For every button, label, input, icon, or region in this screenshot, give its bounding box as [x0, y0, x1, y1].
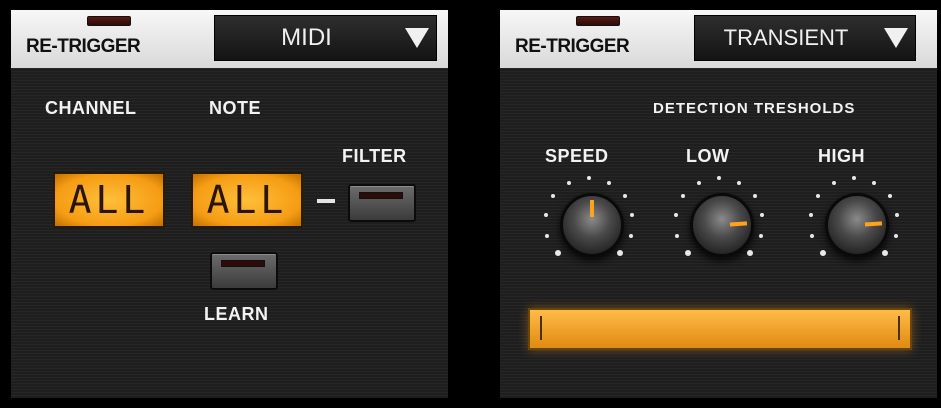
panel-header: RE-TRIGGER TRANSIENT: [500, 10, 937, 69]
note-display[interactable]: ALL: [191, 172, 303, 228]
knob-tick: [871, 180, 876, 185]
knob-tick: [895, 213, 900, 218]
knob-tick: [567, 180, 572, 185]
filter-label: FILTER: [342, 146, 407, 166]
header-led-indicator: [576, 16, 620, 26]
chevron-down-icon: [398, 27, 436, 49]
knob-tick: [543, 213, 548, 218]
knob-tick: [747, 250, 754, 257]
note-label: NOTE: [209, 98, 262, 118]
knob-cap: [560, 193, 624, 257]
knob-tick: [736, 180, 741, 185]
retrigger-midi-panel: RE-TRIGGER MIDI CHANNEL NOTE FILTER ALL …: [0, 0, 448, 408]
retrigger-transient-panel: RE-TRIGGER TRANSIENT DETECTION TRESHOLDS…: [489, 0, 937, 408]
range-dash: [317, 199, 335, 203]
learn-button[interactable]: [210, 252, 278, 290]
knob-tick: [628, 233, 633, 238]
knob-tick: [673, 213, 678, 218]
knob-tick: [545, 233, 550, 238]
meter-left-marker: [540, 316, 542, 340]
knob-tick: [752, 194, 757, 199]
panel-body: CHANNEL NOTE FILTER ALL ALL LEARN: [11, 68, 448, 398]
knob-tick: [887, 194, 892, 199]
knob-pointer: [864, 221, 883, 227]
speed-label: SPEED: [545, 146, 609, 166]
panel-title: RE-TRIGGER: [26, 36, 141, 57]
knob-tick: [808, 213, 813, 218]
channel-label: CHANNEL: [45, 98, 137, 118]
knob-tick: [551, 194, 556, 199]
knob-pointer: [590, 200, 594, 217]
panel-header: RE-TRIGGER MIDI: [11, 10, 448, 69]
knob-tick: [681, 194, 686, 199]
chevron-down-icon: [877, 27, 915, 49]
mode-dropdown[interactable]: MIDI: [214, 15, 437, 61]
mode-dropdown-value: TRANSIENT: [723, 25, 849, 50]
filter-button[interactable]: [348, 184, 416, 222]
knob-cap: [825, 193, 889, 257]
panel-title: RE-TRIGGER: [515, 36, 630, 57]
knob-cap: [690, 193, 754, 257]
learn-label: LEARN: [204, 304, 269, 324]
low-label: LOW: [686, 146, 730, 166]
knob-tick: [684, 250, 691, 257]
channel-display[interactable]: ALL: [53, 172, 165, 228]
knob-tick: [697, 180, 702, 185]
speed-knob[interactable]: [541, 174, 637, 270]
knob-tick: [832, 180, 837, 185]
learn-button-led: [221, 260, 265, 267]
knob-tick: [675, 233, 680, 238]
knob-tick: [587, 176, 591, 180]
knob-tick: [893, 233, 898, 238]
knob-tick: [630, 213, 635, 218]
knob-tick: [554, 250, 561, 257]
meter-right-marker: [898, 316, 900, 340]
mode-dropdown[interactable]: TRANSIENT: [694, 15, 916, 61]
knob-tick: [617, 250, 624, 257]
high-knob[interactable]: [806, 174, 902, 270]
knob-tick: [852, 176, 856, 180]
high-label: HIGH: [818, 146, 865, 166]
knob-tick: [606, 180, 611, 185]
low-knob[interactable]: [671, 174, 767, 270]
filter-button-led: [359, 192, 403, 199]
detection-thresholds-label: DETECTION TRESHOLDS: [653, 100, 856, 117]
knob-tick: [819, 250, 826, 257]
panel-body: DETECTION TRESHOLDS SPEED LOW HIGH: [500, 68, 937, 398]
knob-tick: [816, 194, 821, 199]
knob-tick: [810, 233, 815, 238]
knob-tick: [758, 233, 763, 238]
mode-dropdown-value: MIDI: [281, 24, 332, 51]
knob-pointer: [729, 221, 748, 227]
knob-tick: [717, 176, 721, 180]
knob-tick: [760, 213, 765, 218]
transient-level-meter: [528, 308, 912, 350]
header-led-indicator: [87, 16, 131, 26]
knob-tick: [882, 250, 889, 257]
knob-tick: [622, 194, 627, 199]
